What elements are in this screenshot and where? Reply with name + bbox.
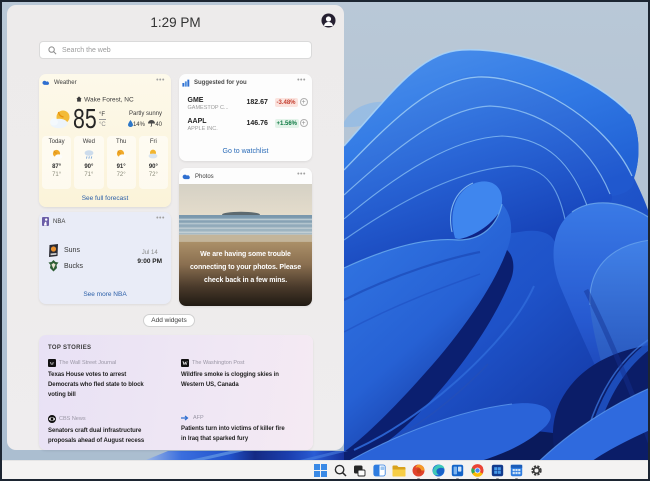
svg-text:W: W xyxy=(182,361,188,367)
